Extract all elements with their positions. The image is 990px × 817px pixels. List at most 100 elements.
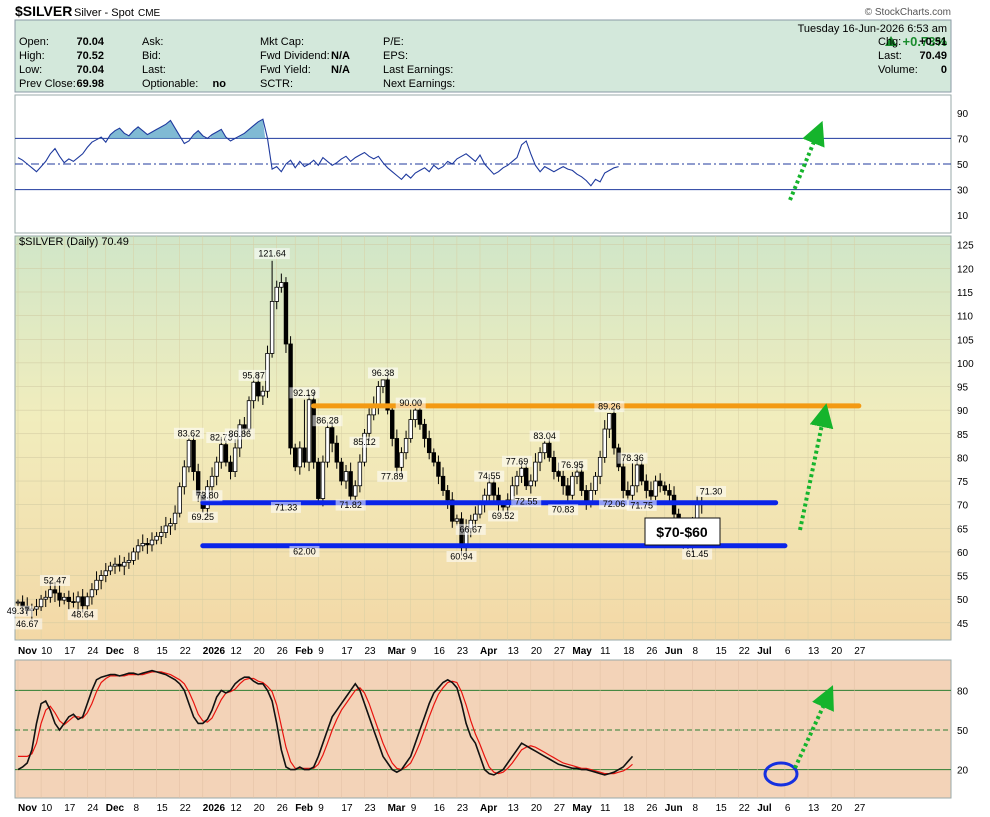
date-tick-label: 20 [254, 646, 266, 657]
candle-body [602, 428, 607, 458]
date-axis-top: Nov 10 17 24 Dec 8 15 22 2026 12 20 26 Feb 9 17 23 Mar 9 1… [18, 646, 866, 657]
price-label: 121.64 [258, 249, 286, 259]
date-tick-label: 17 [341, 646, 353, 657]
info-label: Fwd Yield: [260, 64, 311, 76]
candle-body [524, 467, 529, 487]
date-tick-label: 20 [831, 803, 843, 814]
date-tick-label: 26 [277, 646, 289, 657]
candle-body [34, 606, 39, 610]
date-tick-label: 27 [854, 646, 866, 657]
price-title: $SILVER (Daily) 70.49 [19, 236, 129, 248]
price-tick-label: 115 [957, 288, 973, 299]
candle-body [246, 400, 252, 430]
candle-body [43, 596, 48, 600]
info-label: Mkt Cap: [260, 36, 304, 48]
candle-body [547, 442, 552, 458]
date-tick-label: 15 [716, 646, 728, 657]
date-tick-label: Jun [665, 803, 683, 814]
candle-body [329, 427, 335, 444]
date-tick-label: 27 [554, 646, 566, 657]
candle-body [431, 452, 436, 463]
date-tick-label: 22 [180, 803, 192, 814]
candle-body [122, 561, 127, 567]
price-label: 46.67 [16, 619, 39, 629]
info-value: 70.49 [919, 50, 947, 62]
candle-body [390, 409, 395, 439]
price-label: 76.95 [561, 460, 584, 470]
candle-body [66, 596, 72, 602]
price-label: 74.55 [478, 471, 501, 481]
price-label: 71.30 [700, 487, 723, 497]
price-tick-label: 75 [957, 477, 969, 488]
candle-body [126, 560, 132, 563]
candle-body [413, 409, 418, 420]
candle-body [422, 423, 427, 439]
date-tick-label: 2026 [203, 646, 226, 657]
date-tick-label: 20 [831, 646, 843, 657]
price-tick-label: 110 [957, 312, 973, 323]
candle-body [177, 486, 182, 514]
candle-body [117, 563, 122, 567]
symbol-label: $SILVER [15, 3, 72, 19]
info-label: Open: [19, 36, 49, 48]
date-tick-label: 8 [693, 646, 699, 657]
candle-body [149, 539, 155, 546]
candle-body [426, 438, 432, 454]
candle-body [159, 532, 164, 537]
candle-body [657, 480, 663, 487]
candle-body [57, 592, 62, 601]
candle-body [140, 543, 145, 547]
date-tick-label: 11 [600, 646, 611, 657]
candle-body [223, 444, 229, 463]
candle-body [366, 414, 372, 434]
price-label: 71.33 [275, 502, 298, 512]
date-tick-label: 18 [623, 803, 635, 814]
date-tick-label: 10 [41, 646, 53, 657]
candle-body [648, 490, 654, 497]
price-label: 70.83 [552, 505, 575, 515]
price-tick-label: 105 [957, 335, 974, 346]
date-tick-label: 18 [623, 646, 635, 657]
candle-body [191, 439, 196, 472]
candle-body [588, 490, 594, 502]
candle-body [154, 535, 159, 541]
candle-body [630, 485, 635, 496]
candle-body [94, 579, 99, 591]
candle-body [376, 386, 381, 406]
price-label: 95.87 [242, 370, 265, 380]
price-tick-label: 70 [957, 501, 969, 512]
rsi-tick-label: 50 [957, 160, 969, 171]
candle-body [644, 480, 649, 491]
candle-body [353, 485, 358, 497]
candle-body [556, 471, 561, 477]
candle-body [302, 447, 307, 463]
date-tick-label: 6 [785, 646, 791, 657]
price-label: 77.89 [381, 471, 404, 481]
candle-body [380, 379, 386, 387]
candle-body [279, 282, 284, 288]
date-tick-label: 23 [457, 646, 469, 657]
candle-body [172, 512, 178, 524]
info-value: 70.04 [76, 64, 104, 76]
price-label: 90.00 [399, 398, 422, 408]
candle-body [519, 467, 524, 477]
candle-body [15, 601, 21, 604]
price-label: 77.69 [506, 456, 529, 466]
candle-body [283, 282, 289, 345]
date-tick-label: 9 [318, 646, 324, 657]
date-tick-label: 8 [134, 803, 140, 814]
date-tick-label: Mar [388, 803, 406, 814]
candle-body [182, 466, 187, 488]
price-label: 83.04 [533, 431, 556, 441]
date-axis-bottom: Nov 10 17 24 Dec 8 15 22 2026 12 20 26 Feb 9 17 23 Mar 9 1… [18, 803, 866, 814]
date-tick-label: 13 [808, 803, 820, 814]
candle-body [417, 409, 423, 425]
rsi-tick-label: 70 [957, 134, 969, 145]
candle-body [653, 480, 658, 497]
date-tick-label: Jul [757, 646, 772, 657]
date-tick-label: Apr [480, 646, 497, 657]
candle-body [551, 457, 557, 472]
candle-body [399, 452, 404, 468]
date-tick-label: 13 [508, 646, 520, 657]
candle-body [357, 461, 363, 487]
